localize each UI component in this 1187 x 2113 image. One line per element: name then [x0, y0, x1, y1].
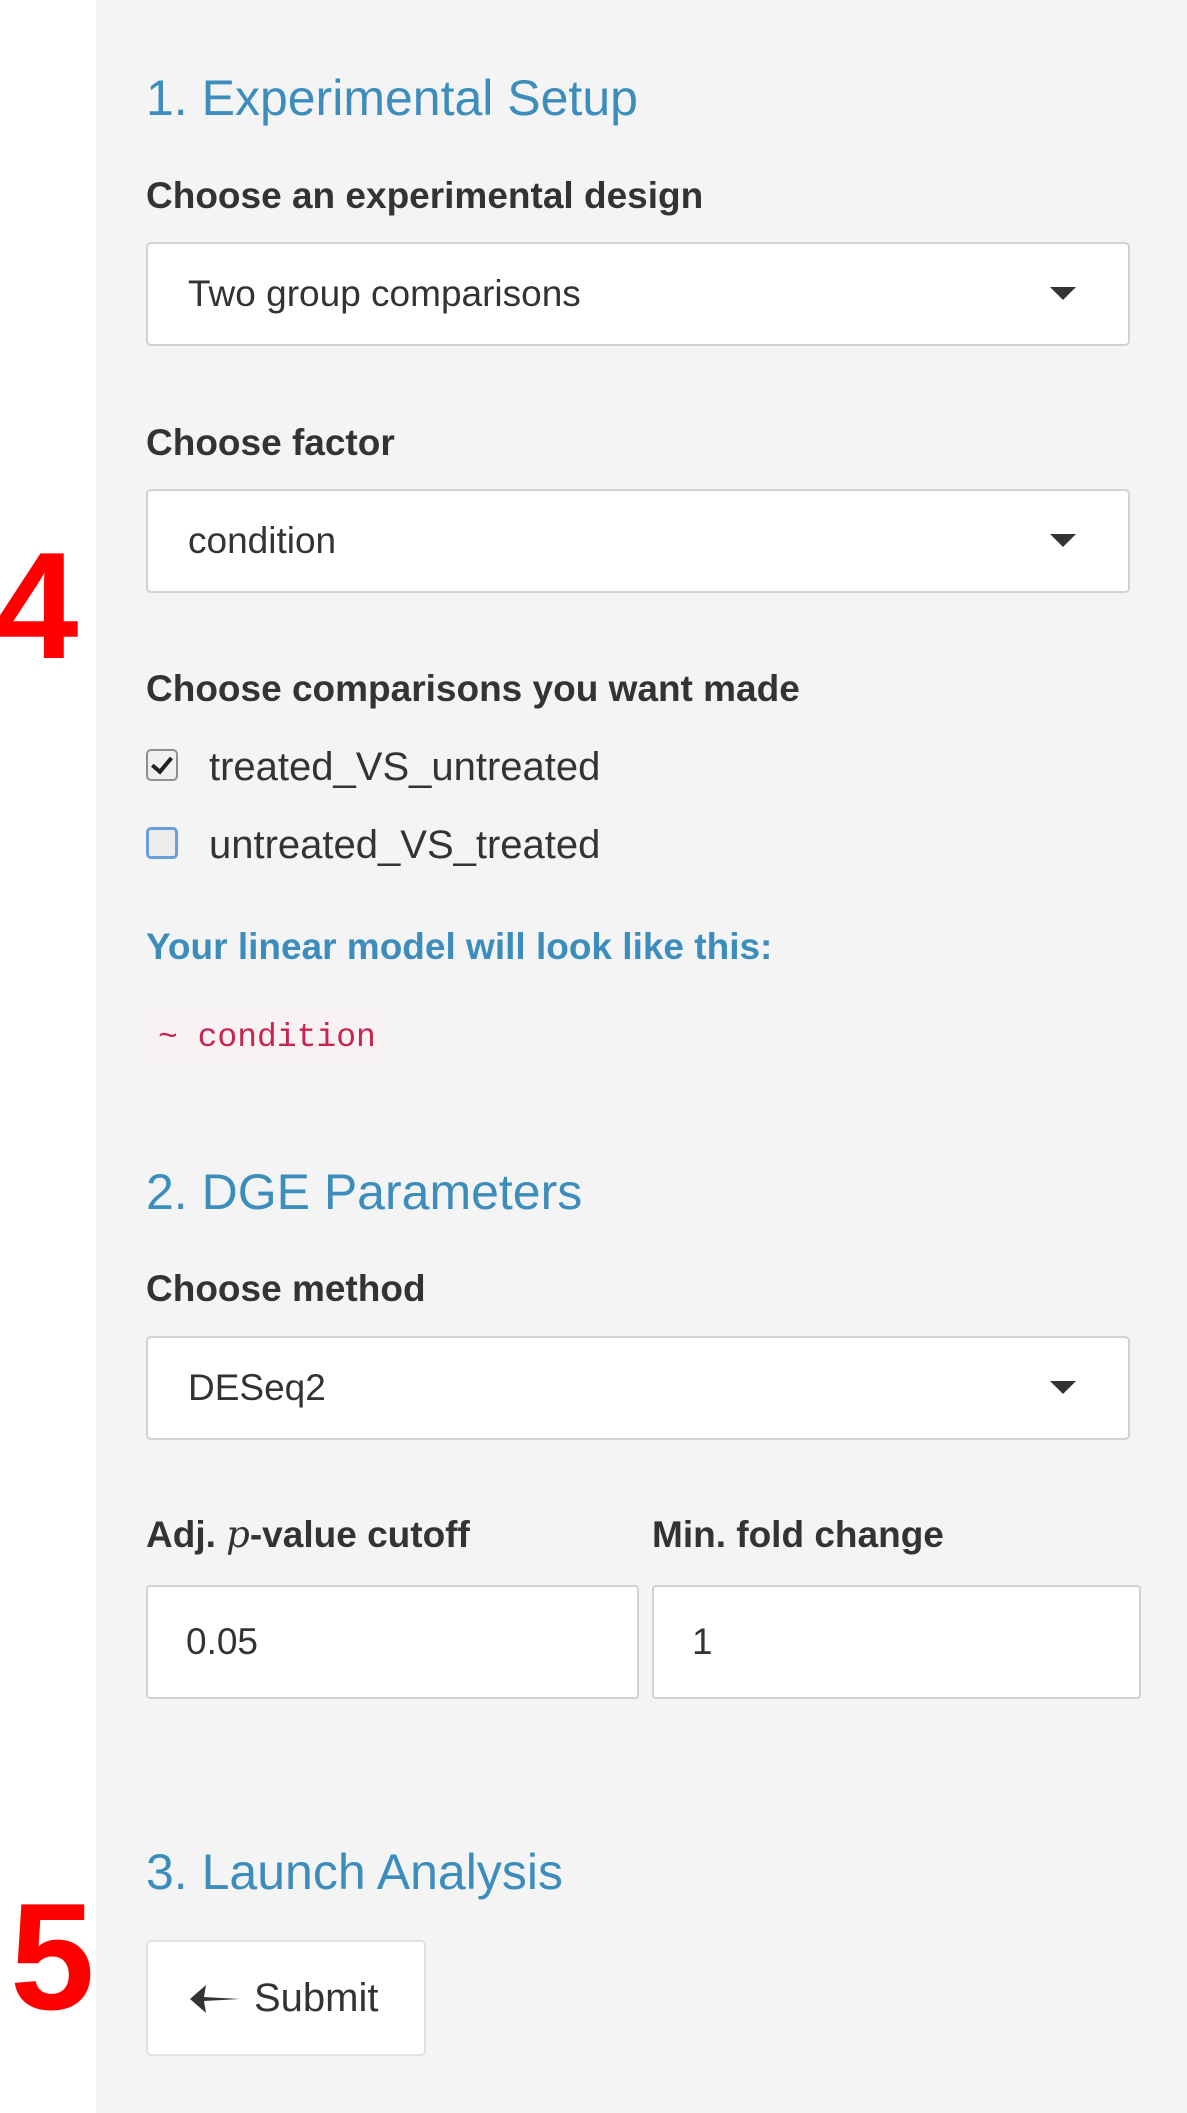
- design-select[interactable]: Two group comparisons: [146, 242, 1130, 346]
- section-title-launch-analysis: 3. Launch Analysis: [146, 1844, 563, 1900]
- fold-change-label: Min. fold change: [652, 1514, 944, 1555]
- checkbox-checked[interactable]: [146, 749, 178, 781]
- paper-plane-icon: [190, 1985, 240, 2013]
- method-label: Choose method: [146, 1268, 426, 1309]
- section-title-experimental-setup: 1. Experimental Setup: [146, 70, 638, 126]
- fold-change-input[interactable]: 1: [652, 1585, 1141, 1699]
- chevron-down-icon: [1050, 287, 1076, 300]
- method-select[interactable]: DESeq2: [146, 1336, 1130, 1440]
- pvalue-label-p: p: [226, 1513, 250, 1556]
- factor-select[interactable]: condition: [146, 489, 1130, 593]
- checkbox-unchecked[interactable]: [146, 827, 178, 859]
- annotation-marker-4: 4: [0, 521, 79, 691]
- pvalue-label-suffix: -value cutoff: [249, 1514, 470, 1555]
- section-title-dge-parameters: 2. DGE Parameters: [146, 1164, 583, 1220]
- design-label: Choose an experimental design: [146, 175, 704, 216]
- chevron-down-icon: [1050, 534, 1076, 547]
- comparison-option-label: treated_VS_untreated: [209, 745, 601, 789]
- submit-button[interactable]: Submit: [146, 1940, 426, 2056]
- annotation-marker-5: 5: [10, 1872, 95, 2042]
- linear-model-formula: ~ condition: [146, 1011, 388, 1065]
- pvalue-cutoff-value: 0.05: [186, 1621, 259, 1662]
- comparison-option-label: untreated_VS_treated: [209, 823, 601, 867]
- linear-model-note: Your linear model will look like this:: [146, 926, 773, 967]
- method-select-value: DESeq2: [188, 1367, 326, 1408]
- submit-button-label: Submit: [254, 1976, 379, 2020]
- fold-change-value: 1: [692, 1621, 713, 1662]
- factor-label: Choose factor: [146, 422, 395, 463]
- pvalue-cutoff-input[interactable]: 0.05: [146, 1585, 639, 1699]
- pvalue-cutoff-label: Adj. p-value cutoff: [146, 1516, 470, 1553]
- pvalue-label-prefix: Adj.: [146, 1514, 227, 1555]
- comparisons-label: Choose comparisons you want made: [146, 668, 800, 709]
- factor-select-value: condition: [188, 520, 337, 561]
- chevron-down-icon: [1050, 1381, 1076, 1394]
- design-select-value: Two group comparisons: [188, 273, 581, 314]
